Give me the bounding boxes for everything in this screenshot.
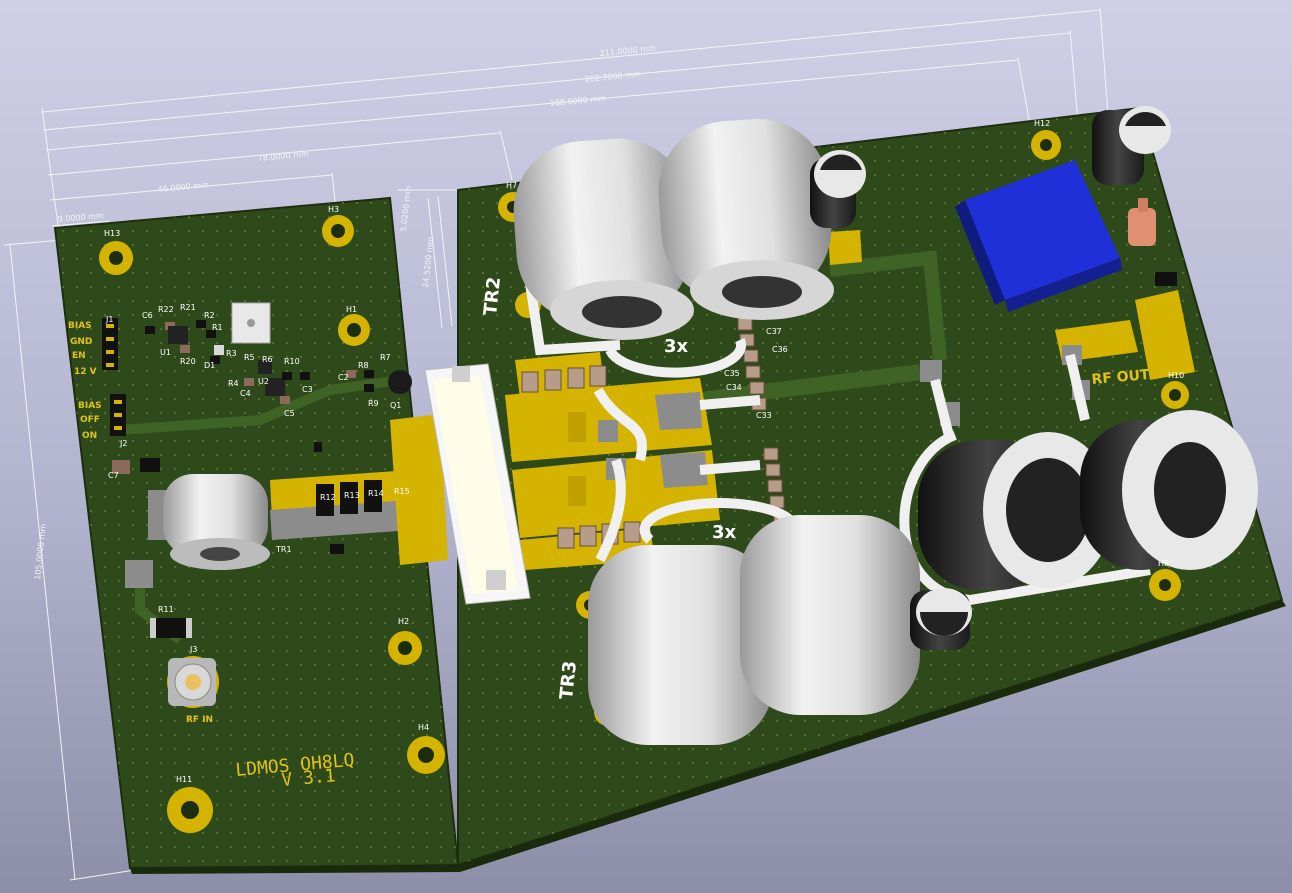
hole-h3	[322, 215, 354, 247]
j1-pin-bias: BIAS	[68, 321, 92, 331]
hole-h12	[1031, 130, 1061, 160]
ref-d1: D1	[204, 361, 215, 370]
ref-r8: R8	[358, 361, 369, 370]
ref-r6: R6	[262, 355, 273, 364]
ref-h13: H13	[104, 229, 120, 238]
ref-r5: R5	[244, 353, 255, 362]
hole-h10	[1161, 381, 1189, 409]
ref-h2: H2	[398, 617, 409, 626]
ref-c2: C2	[338, 373, 349, 382]
transformer-tr2	[513, 119, 834, 340]
ref-h12: H12	[1034, 119, 1050, 128]
j1-pin-gnd: GND	[70, 337, 92, 347]
ref-r7: R7	[380, 353, 391, 362]
j2-pin-bias: BIAS	[78, 401, 102, 411]
ref-r9: R9	[368, 399, 379, 408]
ref-r10: R10	[284, 357, 300, 366]
ref-r3: R3	[226, 349, 237, 358]
header-j2	[110, 394, 126, 436]
ref-tr3: TR3	[556, 660, 581, 701]
dim-188: 188.0000 mm	[549, 94, 606, 108]
ref-j1: J1	[105, 315, 113, 324]
header-j1	[102, 318, 118, 370]
transformer-tr3	[588, 515, 920, 745]
hole-h1	[338, 314, 370, 346]
ref-r11: R11	[158, 605, 174, 614]
ref-r14: R14	[368, 489, 384, 498]
ref-c7: C7	[108, 471, 119, 480]
ref-q1: Q1	[390, 401, 401, 410]
ref-tr2: TR2	[480, 276, 505, 317]
ref-u2: U2	[258, 377, 269, 386]
rf-in-label: RF IN	[186, 715, 213, 725]
turns-bottom-label: 3x	[712, 522, 737, 543]
ref-h8: H8	[1158, 559, 1169, 568]
j2-pin-off: OFF	[80, 415, 100, 425]
j1-pin-en: EN	[72, 351, 86, 361]
hole-h2	[388, 631, 422, 665]
ref-u1: U1	[160, 348, 171, 357]
ref-c5: C5	[284, 409, 295, 418]
ref-c37: C37	[766, 327, 782, 336]
ref-r1: R1	[212, 323, 223, 332]
ref-j3: J3	[189, 645, 197, 654]
ref-r2: R2	[204, 311, 215, 320]
dim-2027: 202.7000 mm	[584, 70, 641, 84]
ref-c35: C35	[724, 369, 740, 378]
j2-pin-on: ON	[82, 431, 97, 441]
turns-top-label: 3x	[664, 336, 689, 357]
hole-h13	[99, 241, 133, 275]
transformer-tr1	[163, 474, 270, 570]
dim-78: 78.0000 mm	[257, 149, 309, 163]
ref-r22: R22	[158, 305, 174, 314]
ref-r15: R15	[394, 487, 410, 496]
dim-5: 5.0200 mm	[399, 185, 413, 232]
ref-r20: R20	[180, 357, 196, 366]
sma-connector-j3	[167, 656, 219, 708]
ref-c4: C4	[240, 389, 251, 398]
j1-pin-12v: 12 V	[74, 367, 97, 377]
ref-c3: C3	[302, 385, 313, 394]
ref-r21: R21	[180, 303, 196, 312]
hole-h11	[167, 787, 213, 833]
hole-h8	[1149, 569, 1181, 601]
ref-h4: H4	[418, 723, 429, 732]
kicad-3d-viewport[interactable]: 211.0000 mm 202.7000 mm 188.0000 mm 78.0…	[0, 0, 1292, 893]
ref-h10: H10	[1168, 371, 1184, 380]
ref-c33: C33	[756, 411, 772, 420]
ref-c36: C36	[772, 345, 788, 354]
ref-r13: R13	[344, 491, 360, 500]
ref-tr1: TR1	[275, 545, 292, 554]
hole-h4	[407, 736, 445, 774]
dim-105: 105.0000 mm	[33, 523, 48, 580]
ref-j2: J2	[119, 439, 127, 448]
ref-h3: H3	[328, 205, 339, 214]
dim-245: 24.5200 mm	[421, 236, 435, 288]
ref-h7: H7	[506, 181, 517, 190]
ref-h1: H1	[346, 305, 357, 314]
ref-c6: C6	[142, 311, 153, 320]
ref-h11: H11	[176, 775, 192, 784]
ref-r12: R12	[320, 493, 336, 502]
ref-c34: C34	[726, 383, 742, 392]
dim-46: 46.0000 mm	[157, 180, 209, 194]
ref-r4: R4	[228, 379, 239, 388]
